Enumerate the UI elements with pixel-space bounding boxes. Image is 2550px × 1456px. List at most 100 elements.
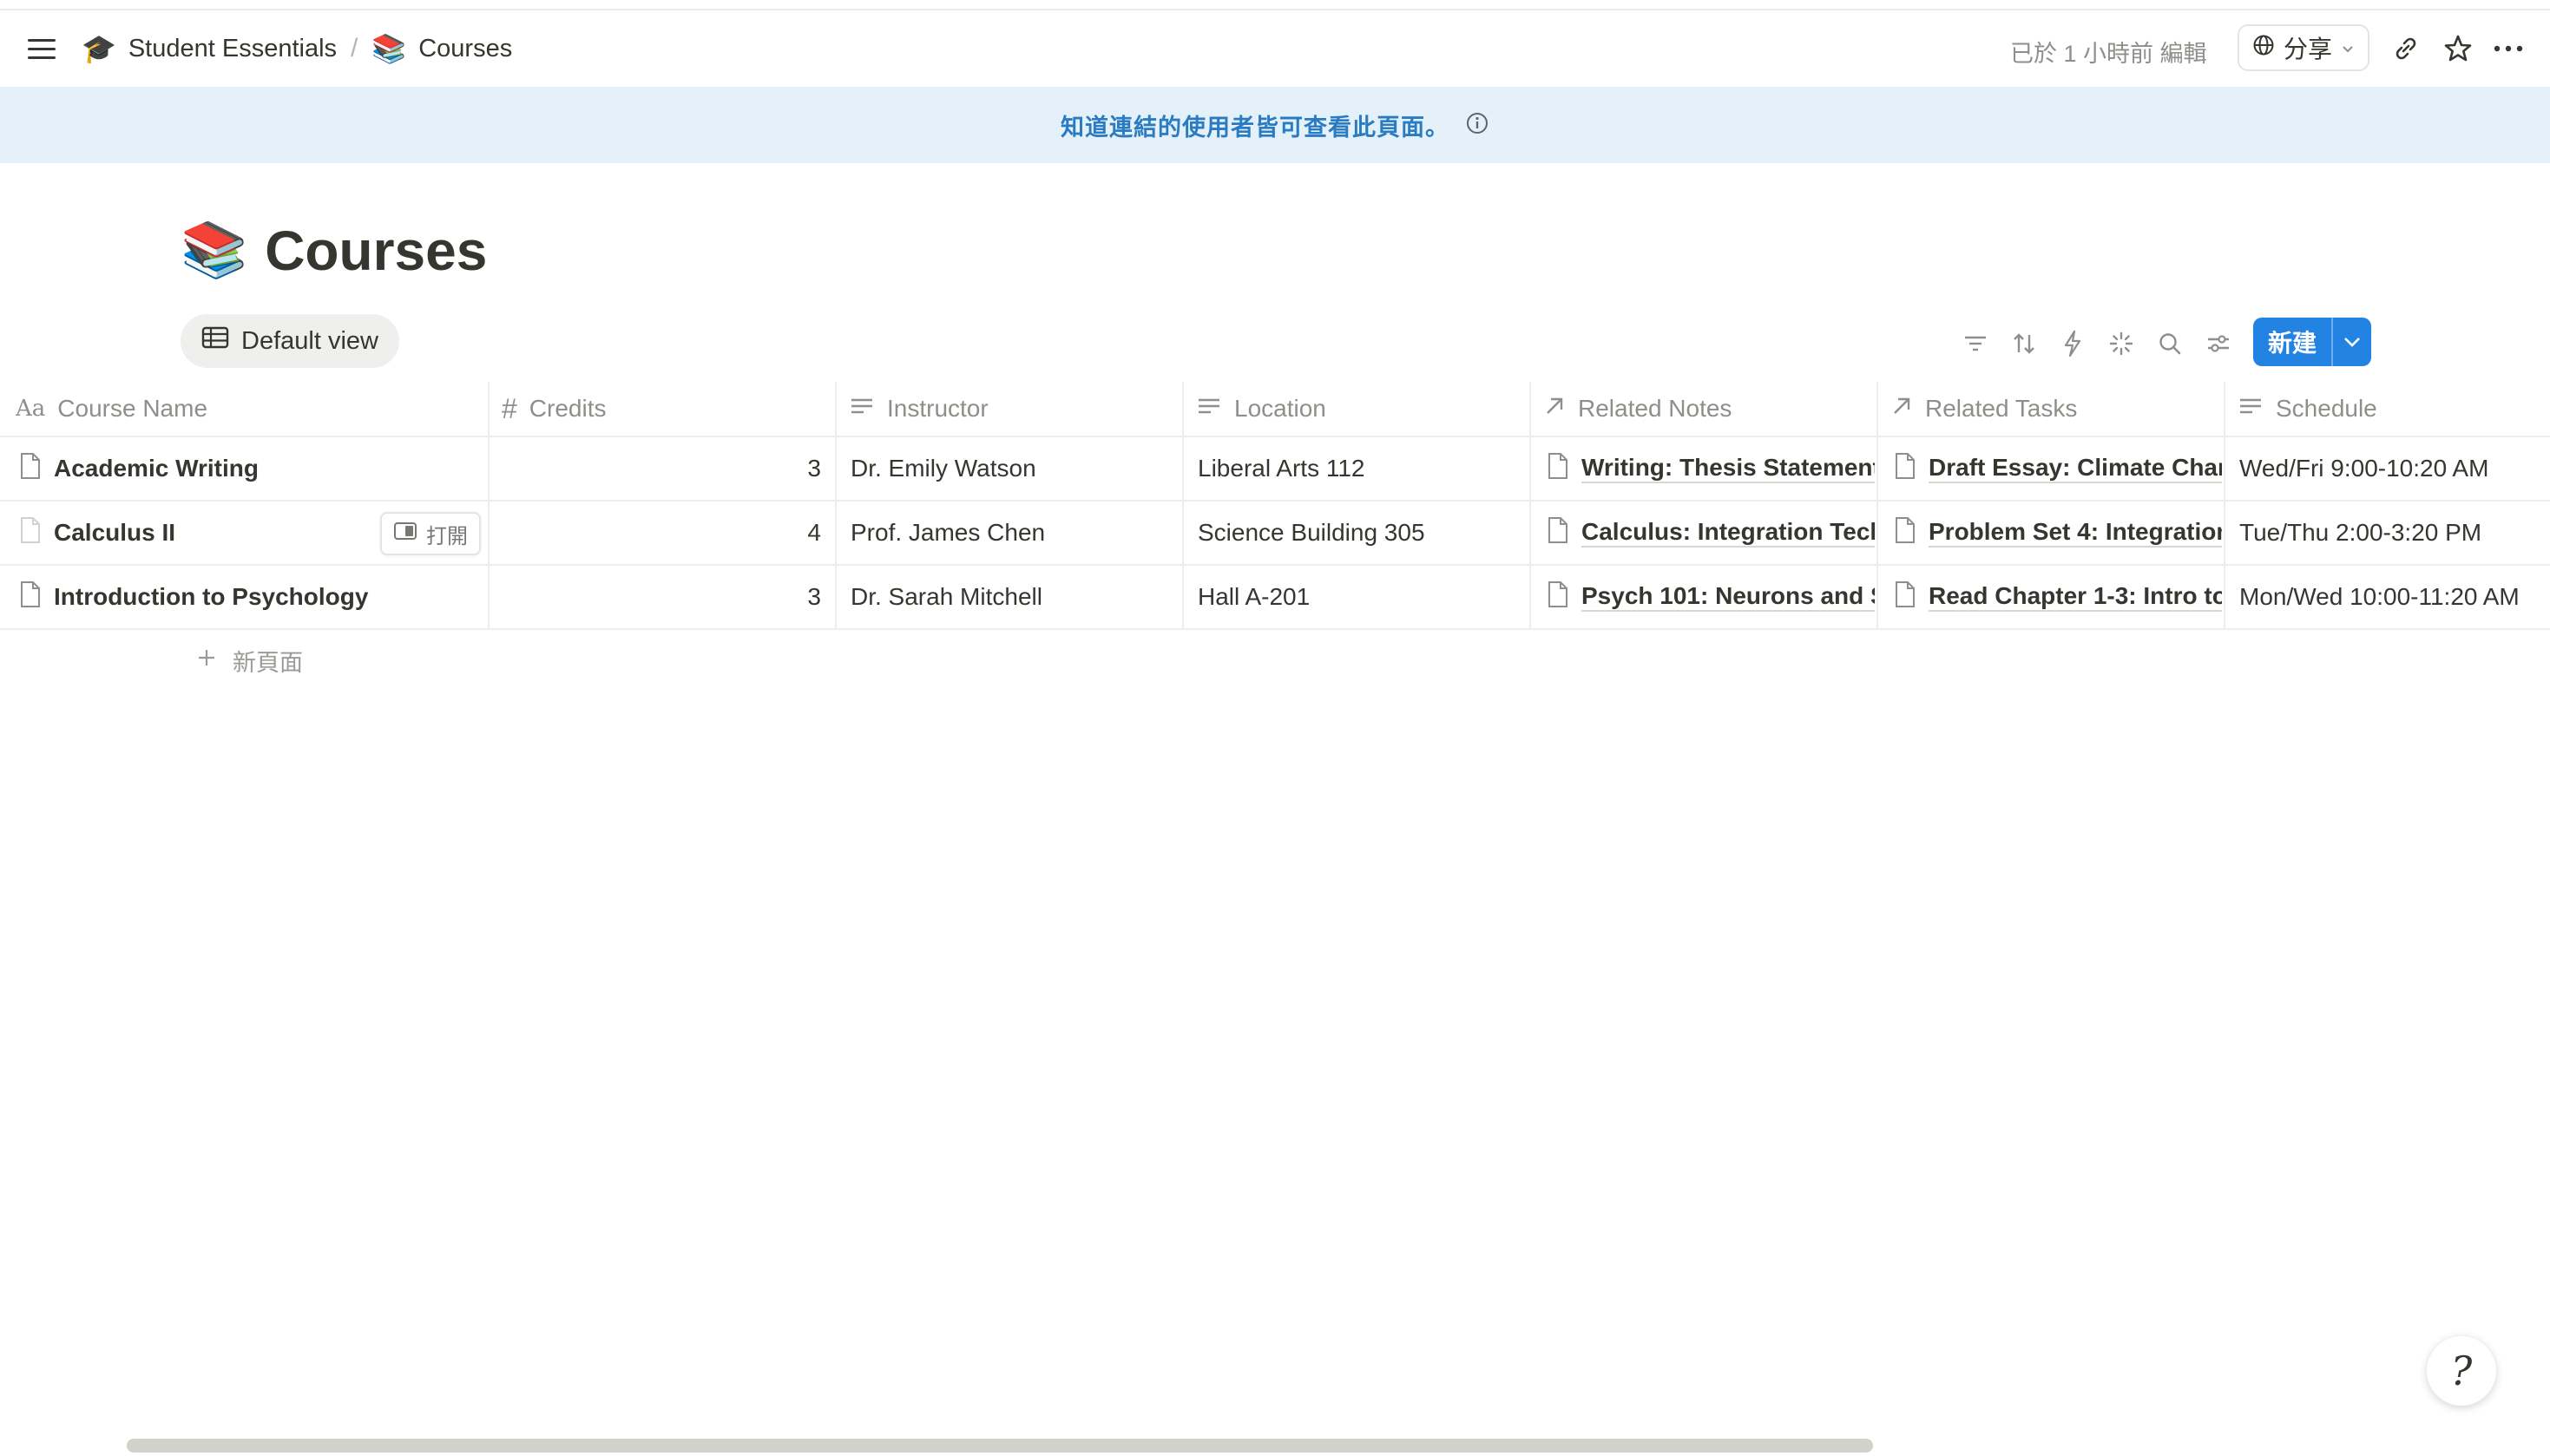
sort-icon[interactable]: [2007, 326, 2041, 361]
ai-sparkle-icon[interactable]: [2104, 326, 2139, 361]
column-divider: [1529, 382, 1531, 436]
column-divider: [1876, 437, 1878, 500]
course-name: Academic Writing: [54, 455, 259, 482]
related-tasks-cell[interactable]: Read Chapter 1-3: Intro to Psychology: [1894, 566, 2222, 628]
schedule-cell[interactable]: Wed/Fri 9:00-10:20 AM: [2239, 437, 2550, 500]
more-options-icon[interactable]: [2491, 31, 2526, 66]
course-name-cell[interactable]: Academic Writing: [19, 437, 484, 500]
related-note-link[interactable]: Writing: Thesis Statement: [1581, 454, 1875, 484]
credits-cell[interactable]: 3: [502, 566, 821, 628]
courses-table: Aa Course Name # Credits Instructor Loca…: [0, 382, 2550, 630]
credits-cell[interactable]: 3: [502, 437, 821, 500]
schedule-cell[interactable]: Mon/Wed 10:00-11:20 AM: [2239, 566, 2550, 628]
column-divider: [835, 437, 837, 500]
banner-text: 知道連結的使用者皆可查看此頁面。: [1061, 114, 1449, 141]
column-header-course-name[interactable]: Aa Course Name: [16, 382, 484, 436]
help-button[interactable]: ?: [2427, 1336, 2496, 1406]
column-header-related-notes[interactable]: Related Notes: [1543, 382, 1873, 436]
page-icon: [1894, 580, 1916, 614]
open-label: 打開: [426, 524, 468, 548]
related-task-link[interactable]: Draft Essay: Climate Change: [1929, 454, 2222, 484]
instructor-cell[interactable]: Dr. Emily Watson: [851, 437, 1177, 500]
page-icon: [1547, 516, 1569, 550]
column-header-location[interactable]: Location: [1196, 382, 1526, 436]
column-label: Instructor: [887, 395, 989, 422]
column-divider: [1876, 382, 1878, 436]
location-cell[interactable]: Hall A-201: [1198, 566, 1524, 628]
related-task-link[interactable]: Problem Set 4: Integration: [1929, 518, 2222, 548]
copy-link-icon[interactable]: [2389, 31, 2423, 66]
chevron-down-icon[interactable]: [2333, 336, 2371, 348]
course-name: Calculus II: [54, 519, 176, 546]
column-divider: [488, 566, 490, 628]
books-icon[interactable]: 📚: [181, 224, 247, 278]
window-top-border: [0, 0, 2550, 10]
related-notes-cell[interactable]: Calculus: Integration Techniques: [1547, 502, 1875, 564]
breadcrumb: 🎓 Student Essentials / 📚 Courses: [82, 30, 512, 68]
column-divider: [2224, 566, 2225, 628]
column-divider: [1529, 502, 1531, 564]
column-divider: [1876, 566, 1878, 628]
column-header-schedule[interactable]: Schedule: [2238, 382, 2550, 436]
horizontal-scrollbar[interactable]: [127, 1439, 1873, 1453]
new-button[interactable]: 新建: [2253, 318, 2371, 366]
open-page-button[interactable]: 打開: [380, 512, 481, 555]
last-edited-text[interactable]: 已於 1 小時前 編輯: [2010, 35, 2207, 69]
location-cell[interactable]: Liberal Arts 112: [1198, 437, 1524, 500]
related-tasks-cell[interactable]: Problem Set 4: Integration: [1894, 502, 2222, 564]
table-row[interactable]: Introduction to Psychology 3 Dr. Sarah M…: [0, 566, 2550, 630]
books-icon: 📚: [371, 33, 407, 64]
related-notes-cell[interactable]: Psych 101: Neurons and Synapses: [1547, 566, 1875, 628]
page-title[interactable]: Courses: [265, 219, 487, 283]
instructor-cell[interactable]: Prof. James Chen: [851, 502, 1177, 564]
table-row[interactable]: Calculus II 打開 4 Prof. James Chen Scienc…: [0, 502, 2550, 566]
relation-arrow-icon: [1543, 395, 1566, 423]
filter-icon[interactable]: [1958, 326, 1993, 361]
chevron-down-icon: [2341, 34, 2355, 62]
schedule-cell[interactable]: Tue/Thu 2:00-3:20 PM: [2239, 502, 2550, 564]
page-icon: [1547, 580, 1569, 614]
view-label: Default view: [241, 326, 378, 355]
column-header-related-tasks[interactable]: Related Tasks: [1890, 382, 2220, 436]
related-tasks-cell[interactable]: Draft Essay: Climate Change: [1894, 437, 2222, 500]
table-row[interactable]: Academic Writing 3 Dr. Emily Watson Libe…: [0, 437, 2550, 502]
search-icon[interactable]: [2152, 326, 2187, 361]
new-page-button[interactable]: 新頁面: [196, 644, 303, 678]
column-label: Course Name: [57, 395, 208, 422]
column-label: Location: [1234, 395, 1326, 422]
page-icon: [1894, 452, 1916, 486]
info-icon[interactable]: [1465, 111, 1489, 140]
column-divider: [488, 437, 490, 500]
column-label: Related Notes: [1578, 395, 1732, 422]
settings-sliders-icon[interactable]: [2201, 326, 2236, 361]
location-cell[interactable]: Science Building 305: [1198, 502, 1524, 564]
column-divider: [1182, 382, 1184, 436]
breadcrumb-student-essentials[interactable]: Student Essentials: [128, 35, 337, 63]
related-task-link[interactable]: Read Chapter 1-3: Intro to Psychology: [1929, 582, 2222, 613]
star-icon[interactable]: [2441, 31, 2475, 66]
page-icon: [1894, 516, 1916, 550]
course-name-cell[interactable]: Introduction to Psychology: [19, 566, 484, 628]
column-header-credits[interactable]: # Credits: [502, 382, 831, 436]
page-icon: [19, 452, 42, 486]
tab-default-view[interactable]: Default view: [181, 314, 399, 368]
related-notes-cell[interactable]: Writing: Thesis Statement: [1547, 437, 1875, 500]
share-button[interactable]: 分享: [2238, 24, 2369, 71]
instructor-cell[interactable]: Dr. Sarah Mitchell: [851, 566, 1177, 628]
related-note-link[interactable]: Psych 101: Neurons and Synapses: [1581, 582, 1875, 613]
breadcrumb-courses[interactable]: Courses: [418, 35, 512, 63]
text-property-icon: [2238, 395, 2264, 423]
credits-cell[interactable]: 4: [502, 502, 821, 564]
related-note-link[interactable]: Calculus: Integration Techniques: [1581, 518, 1875, 548]
sidebar-menu-button[interactable]: [24, 31, 59, 66]
help-icon: ?: [2450, 1348, 2473, 1394]
new-page-label: 新頁面: [233, 650, 303, 676]
menu-line: [28, 38, 56, 42]
side-peek-icon: [393, 521, 417, 547]
automation-lightning-icon[interactable]: [2055, 326, 2090, 361]
column-header-instructor[interactable]: Instructor: [849, 382, 1179, 436]
page-icon: [19, 580, 42, 614]
plus-icon: [196, 647, 217, 674]
column-divider: [1529, 566, 1531, 628]
column-label: Credits: [529, 395, 607, 422]
